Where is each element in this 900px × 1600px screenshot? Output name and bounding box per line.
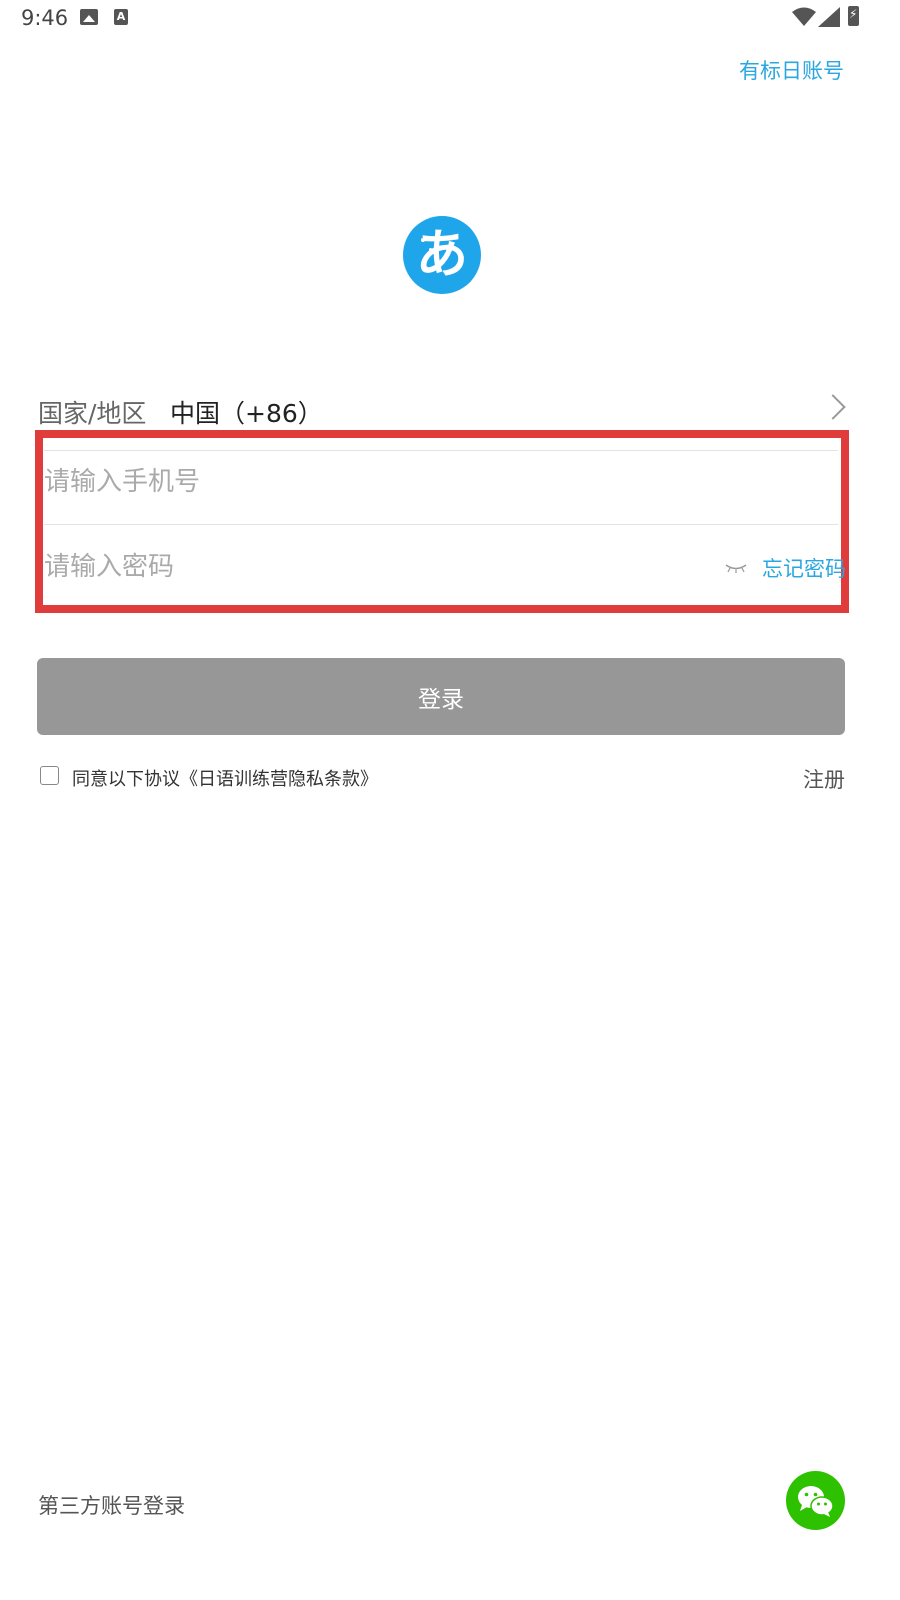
agreement-row: 同意以下协议《日语训练营隐私条款》 注册 [40, 764, 845, 792]
chevron-right-icon [820, 394, 846, 420]
biaori-account-link[interactable]: 有标日账号 [739, 55, 844, 85]
eye-closed-icon[interactable] [725, 563, 747, 573]
forgot-password-link[interactable]: 忘记密码 [762, 553, 846, 583]
phone-input[interactable] [44, 452, 684, 512]
agreement-checkbox[interactable] [40, 766, 59, 785]
login-button[interactable]: 登录 [37, 658, 845, 735]
wechat-login-button[interactable] [786, 1471, 845, 1530]
status-time: 9:46 [21, 6, 69, 30]
wifi-icon [792, 7, 816, 26]
image-notification-icon [80, 9, 98, 25]
battery-charging-icon [848, 6, 859, 26]
logo-glyph: あ [415, 225, 468, 285]
third-party-login-label: 第三方账号登录 [38, 1494, 185, 1518]
a-notification-icon: A [114, 9, 128, 25]
status-bar: 9:46 A [0, 0, 900, 36]
login-screen: 9:46 A 有标日账号 あ 国家/地区 中国（+86） [0, 0, 900, 1600]
country-value: 中国（+86） [170, 399, 323, 428]
password-input[interactable] [44, 537, 684, 597]
logo-sparkle [421, 238, 425, 242]
divider [44, 450, 838, 451]
logo-sparkle [429, 248, 432, 251]
register-link[interactable]: 注册 [803, 764, 845, 794]
app-logo: あ [403, 216, 481, 294]
agreement-text[interactable]: 同意以下协议《日语训练营隐私条款》 [72, 765, 378, 791]
divider [44, 524, 838, 525]
wechat-icon [798, 1486, 834, 1517]
password-field: 忘记密码 [44, 537, 846, 597]
phone-field [44, 452, 838, 512]
country-label: 国家/地区 [38, 399, 147, 428]
cellular-signal-icon [818, 7, 840, 27]
country-region-selector[interactable]: 国家/地区 中国（+86） [38, 388, 850, 432]
